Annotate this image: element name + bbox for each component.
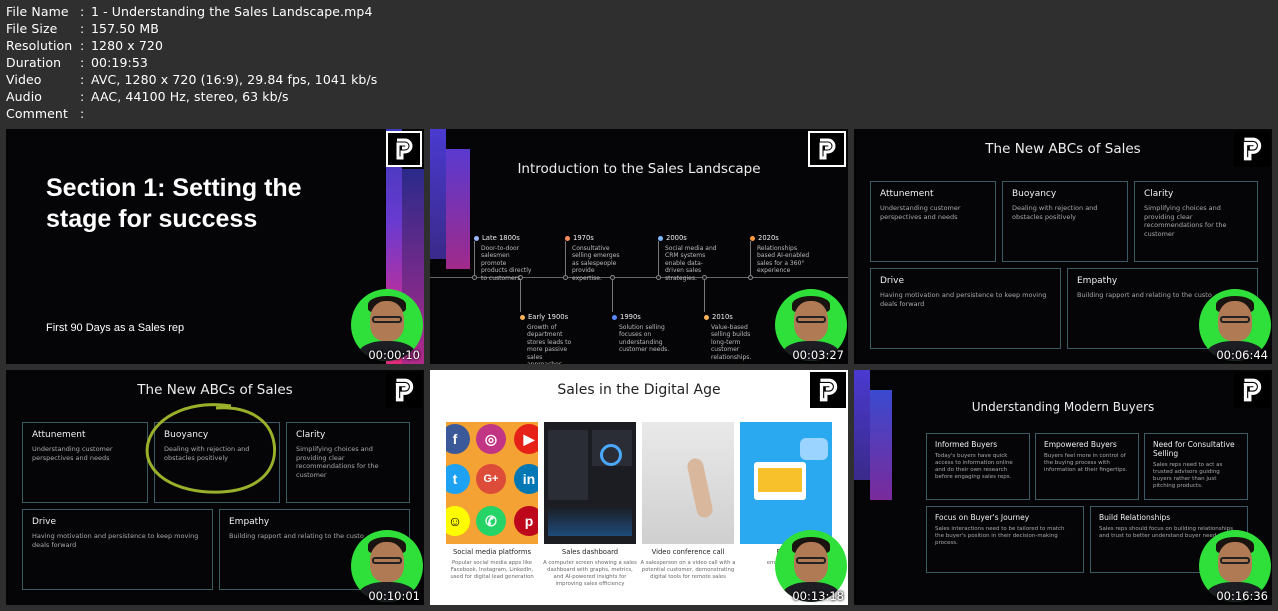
timestamp: 00:16:36 — [1216, 589, 1268, 603]
youtube-icon: ▶ — [514, 424, 538, 454]
timestamp: 00:00:10 — [368, 348, 420, 362]
timeline-dot — [520, 315, 525, 321]
timeline-dot — [565, 236, 570, 242]
buyer-card: Informed Buyers Today's buyers have quick… — [926, 433, 1030, 500]
dashboard-panel — [548, 430, 588, 500]
thumbnail-1[interactable]: Section 1: Setting the stage for success… — [6, 129, 424, 364]
timeline-dot — [612, 315, 617, 321]
timeline-node — [748, 275, 753, 280]
linkedin-icon: in — [514, 464, 538, 494]
image-caption: Video conference call — [651, 548, 725, 556]
section-title: Section 1: Setting the stage for success — [46, 174, 302, 233]
abc-card: Drive Having motivation and persistence t… — [870, 268, 1061, 349]
snapchat-icon: ☺ — [446, 506, 470, 536]
highlight-circle — [145, 403, 277, 494]
timeline-item: Late 1800s Door-to-door salesmen promote… — [474, 234, 534, 282]
video-call-image — [642, 422, 734, 544]
image-description: Popular social media apps like Facebook,… — [450, 560, 534, 580]
timeline-dot — [658, 236, 663, 242]
timeline-dot — [704, 315, 709, 321]
timeline-item: 1990s Solution selling focuses on unders… — [612, 313, 672, 354]
abc-card: Buoyancy Dealing with rejection and obsta… — [1002, 181, 1128, 262]
twitter-icon: t — [446, 464, 470, 494]
hand-shape — [685, 456, 715, 520]
chat-bubble-icon — [800, 438, 828, 460]
timeline-item: 2010s Value-based selling builds long-te… — [704, 313, 764, 361]
pinterest-icon: p — [514, 506, 538, 536]
file-info-row: Video: AVC, 1280 x 720 (16:9), 29.84 fps,… — [6, 72, 378, 87]
file-info-row: Audio: AAC, 44100 Hz, stereo, 63 kb/s — [6, 89, 289, 104]
envelope-flap — [758, 468, 802, 492]
thumbnail-4[interactable]: The New ABCs of Sales Attunement Understa… — [6, 370, 424, 605]
brand-logo-icon — [386, 131, 422, 167]
thumbnail-2[interactable]: Introduction to the Sales Landscape Late… — [430, 129, 848, 364]
image-caption: Social media platforms — [452, 548, 532, 556]
file-info-row: Resolution:1280 x 720 — [6, 38, 164, 53]
timestamp: 00:10:01 — [368, 589, 420, 603]
timeline-tick — [520, 280, 521, 312]
timeline-dot — [750, 236, 755, 242]
social-media-image: f ◎ ▶ t G+ in ☺ ✆ p — [446, 422, 538, 544]
buyer-card: Focus on Buyer's Journey Sales interactio… — [926, 506, 1084, 573]
timeline-dot — [474, 236, 479, 242]
image-caption: Sales dashboard — [561, 548, 619, 556]
slide-title: Introduction to the Sales Landscape — [517, 161, 761, 177]
abc-card: Clarity Simplifying choices and providing… — [286, 422, 410, 503]
timeline-item: 2020s Relationships based AI-enabled sal… — [750, 234, 810, 275]
file-info-row: File Size:157.50 MB — [6, 21, 159, 36]
section-subtitle: First 90 Days as a Sales rep — [46, 322, 185, 334]
slide-title: Understanding Modern Buyers — [971, 400, 1155, 414]
abc-card: Attunement Understanding customer perspec… — [22, 422, 148, 503]
file-info-row: Duration:00:19:53 — [6, 55, 148, 70]
abc-card: Clarity Simplifying choices and providing… — [1134, 181, 1258, 262]
accent-bar — [430, 129, 446, 259]
buyer-card: Need for Consultative Selling Sales reps … — [1144, 433, 1248, 500]
timeline-item: 1970s Consultative selling emerges as sa… — [565, 234, 625, 282]
instagram-icon: ◎ — [476, 424, 506, 454]
facebook-icon: f — [446, 424, 470, 454]
file-info-row: File Name:1 - Understanding the Sales La… — [6, 4, 373, 19]
whatsapp-icon: ✆ — [476, 506, 506, 536]
timeline-item: 2000s Social media and CRM systems enabl… — [658, 234, 718, 282]
image-description: A computer screen showing a sales dashbo… — [543, 560, 637, 587]
google-plus-icon: G+ — [476, 464, 506, 494]
thumbnail-5[interactable]: Sales in the Digital Age f ◎ ▶ t G+ in ☺… — [430, 370, 848, 605]
timeline-tick — [612, 280, 613, 312]
buyer-card: Empowered Buyers Buyers feel more in cont… — [1035, 433, 1139, 500]
timestamp: 00:13:18 — [792, 589, 844, 603]
dashboard-chart — [548, 506, 632, 536]
abc-card: Drive Having motivation and persistence t… — [22, 509, 213, 590]
file-info-row: Comment: — [6, 106, 85, 121]
email-image — [740, 422, 832, 544]
abc-card: Attunement Understanding customer perspec… — [870, 181, 996, 262]
timeline-tick — [704, 280, 705, 312]
dashboard-gauge — [600, 444, 622, 466]
accent-bar — [854, 370, 870, 480]
slide-title: The New ABCs of Sales — [985, 141, 1141, 157]
image-description: A salesperson on a video call with a pot… — [640, 560, 736, 580]
sales-dashboard-image — [544, 422, 636, 544]
slide-title: Sales in the Digital Age — [557, 382, 721, 398]
thumbnail-3[interactable]: The New ABCs of Sales Attunement Understa… — [854, 129, 1272, 364]
file-info: File Name:1 - Understanding the Sales La… — [6, 3, 377, 122]
timestamp: 00:06:44 — [1216, 348, 1268, 362]
slide-title: The New ABCs of Sales — [137, 382, 293, 398]
timestamp: 00:03:27 — [792, 348, 844, 362]
thumbnail-6[interactable]: Understanding Modern Buyers Informed Buy… — [854, 370, 1272, 605]
timeline-item: Early 1900s Growth of department stores … — [520, 313, 580, 364]
